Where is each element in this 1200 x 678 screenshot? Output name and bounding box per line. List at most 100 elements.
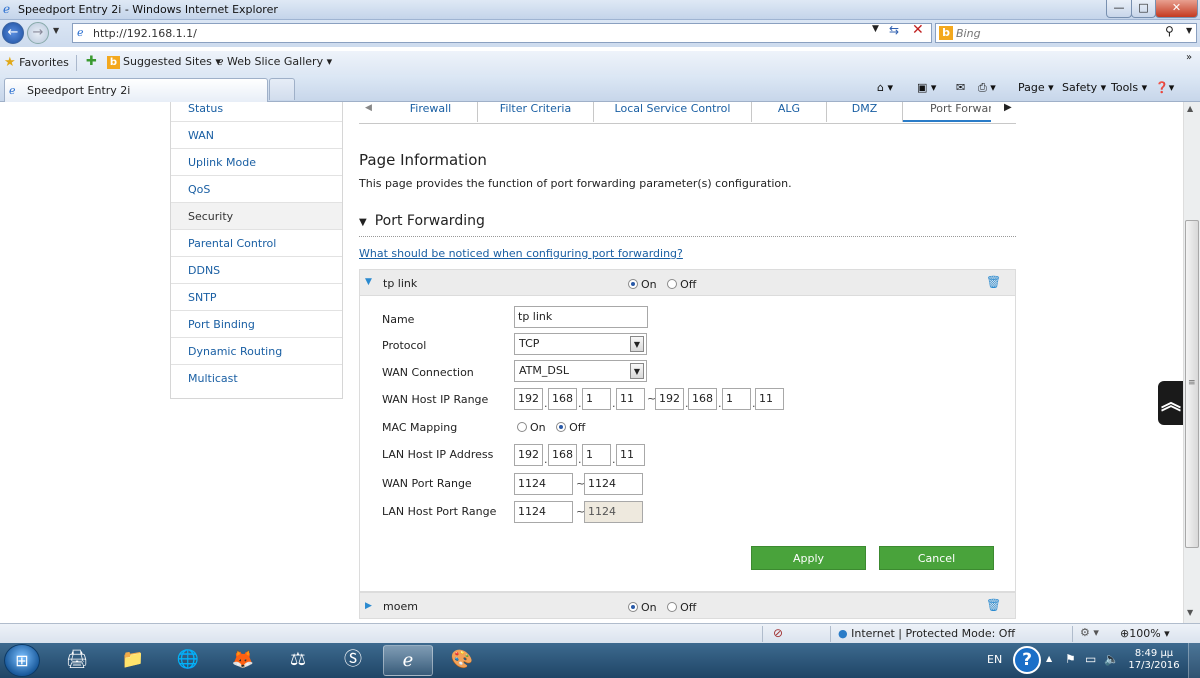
page-menu[interactable]: Page ▾ <box>1018 81 1054 94</box>
sidebar-item-sntp[interactable]: SNTP <box>171 284 342 311</box>
tab-alg[interactable]: ALG <box>752 102 827 122</box>
action-center-icon[interactable]: ⚑ <box>1065 652 1076 666</box>
internet-explorer-icon[interactable]: ℯ <box>383 645 433 676</box>
vertical-scrollbar[interactable]: ▲ ≡ ▼ <box>1183 102 1200 623</box>
scanner-app-icon[interactable]: 🖨 <box>52 645 102 676</box>
sidebar-item-uplink-mode[interactable]: Uplink Mode <box>171 149 342 176</box>
show-hidden-icons-icon[interactable]: ▲ <box>1046 654 1052 663</box>
protocol-select[interactable]: TCP ▼ <box>514 333 647 355</box>
tab-speedport[interactable]: ℯ Speedport Entry 2i <box>4 78 268 102</box>
paint-app-icon[interactable]: 🎨 <box>437 645 487 676</box>
file-explorer-icon[interactable]: 📁 <box>108 645 158 676</box>
home-icon[interactable]: ⌂ ▾ <box>877 81 893 94</box>
maximize-button[interactable]: □ <box>1131 0 1156 18</box>
wan-connection-select[interactable]: ATM_DSL ▼ <box>514 360 647 382</box>
scroll-down-arrow-icon[interactable]: ▼ <box>1187 608 1193 617</box>
delete-icon[interactable]: 🗑 <box>986 598 1001 612</box>
clock[interactable]: 8:49 μμ 17/3/2016 <box>1124 648 1184 672</box>
sidebar-item-parental-control[interactable]: Parental Control <box>171 230 342 257</box>
compatibility-view-icon[interactable]: ⇆ <box>889 23 899 37</box>
scroll-right-icon[interactable]: ▶ <box>1004 102 1012 113</box>
address-url[interactable]: http://192.168.1.1/ <box>93 27 197 40</box>
back-to-top-button[interactable]: ︽ <box>1158 381 1184 425</box>
tab-dmz[interactable]: DMZ <box>827 102 903 122</box>
lan-ip-octet-2[interactable]: 168 <box>548 444 577 466</box>
rule-header[interactable]: ▼ tp link On Off 🗑 <box>359 269 1016 296</box>
sidebar-item-status[interactable]: Status <box>171 102 342 122</box>
sidebar-item-security[interactable]: Security <box>171 203 342 230</box>
tab-filter-criteria[interactable]: Filter Criteria <box>478 102 594 122</box>
rule-enable-toggle[interactable]: On Off <box>628 278 696 291</box>
mac-mapping-toggle[interactable]: On Off <box>517 421 585 434</box>
new-tab-button[interactable] <box>269 78 295 100</box>
expand-triangle-icon[interactable]: ▶ <box>365 601 372 611</box>
zoom-level[interactable]: ⊕100% ▾ <box>1120 627 1170 640</box>
sidebar-item-qos[interactable]: QoS <box>171 176 342 203</box>
rule-header[interactable]: ▶ moem On Off 🗑 <box>359 592 1016 619</box>
radio-off[interactable] <box>667 279 678 289</box>
tab-firewall[interactable]: Firewall <box>384 102 478 122</box>
show-desktop-button[interactable] <box>1188 643 1200 678</box>
forward-button[interactable]: → <box>27 22 49 44</box>
section-title[interactable]: ▼ Port Forwarding <box>359 213 485 229</box>
wan-ip-end-octet-1[interactable]: 192 <box>655 388 684 410</box>
minimize-button[interactable]: — <box>1106 0 1132 18</box>
lan-ip-octet-4[interactable]: 11 <box>616 444 645 466</box>
lan-ip-octet-1[interactable]: 192 <box>514 444 543 466</box>
radio-on[interactable] <box>628 602 638 612</box>
start-button[interactable]: ⊞ <box>4 644 40 677</box>
sidebar-item-ddns[interactable]: DDNS <box>171 257 342 284</box>
wan-ip-end-octet-4[interactable]: 11 <box>755 388 784 410</box>
sidebar-item-multicast[interactable]: Multicast <box>171 365 342 392</box>
rule-enable-toggle[interactable]: On Off <box>628 601 696 614</box>
close-button[interactable]: ✕ <box>1155 0 1198 18</box>
skype-icon[interactable]: Ⓢ <box>328 645 378 676</box>
language-indicator[interactable]: EN <box>987 653 1002 666</box>
firefox-icon[interactable]: 🦊 <box>218 645 268 676</box>
delete-icon[interactable]: 🗑 <box>986 275 1001 289</box>
tab-port-forwarding[interactable]: Port Forwarc <box>903 102 991 122</box>
sidebar-item-port-binding[interactable]: Port Binding <box>171 311 342 338</box>
radio-on[interactable] <box>517 422 527 432</box>
protected-mode-tools-icon[interactable]: ⚙ ▾ <box>1080 626 1099 639</box>
wan-ip-end-octet-3[interactable]: 1 <box>722 388 751 410</box>
cancel-button[interactable]: Cancel <box>879 546 994 570</box>
wan-port-start-input[interactable]: 1124 <box>514 473 573 495</box>
expand-triangle-icon[interactable]: ▼ <box>365 277 372 287</box>
radio-off[interactable] <box>556 422 567 432</box>
add-to-favorites-icon[interactable]: ✚ <box>86 54 97 69</box>
favorites-button[interactable]: ★ Favorites <box>4 55 69 70</box>
stop-icon[interactable]: ✕ <box>912 22 924 38</box>
search-icon[interactable]: ⚲ <box>1165 24 1174 38</box>
search-input[interactable] <box>956 25 1156 41</box>
safety-menu[interactable]: Safety ▾ <box>1062 81 1106 94</box>
chevron-more-icon[interactable]: » <box>1186 52 1192 63</box>
legal-app-icon[interactable]: ⚖ <box>273 645 323 676</box>
network-icon[interactable]: ▭ <box>1085 652 1096 666</box>
wan-ip-start-octet-2[interactable]: 168 <box>548 388 577 410</box>
help-link[interactable]: What should be noticed when configuring … <box>359 247 683 260</box>
wan-port-end-input[interactable]: 1124 <box>584 473 643 495</box>
network-app-icon[interactable]: 🌐 <box>163 645 213 676</box>
web-slice-gallery-link[interactable]: ℯ Web Slice Gallery ▾ <box>217 55 332 68</box>
address-dropdown-icon[interactable]: ▼ <box>872 24 879 34</box>
address-bar[interactable]: ℯ http://192.168.1.1/ <box>72 23 932 43</box>
help-icon[interactable]: ❓▾ <box>1155 81 1174 94</box>
wan-ip-start-octet-4[interactable]: 11 <box>616 388 645 410</box>
wan-ip-start-octet-3[interactable]: 1 <box>582 388 611 410</box>
sidebar-item-wan[interactable]: WAN <box>171 122 342 149</box>
recent-pages-dropdown-icon[interactable]: ▼ <box>53 26 59 35</box>
apply-button[interactable]: Apply <box>751 546 866 570</box>
suggested-sites-link[interactable]: b Suggested Sites ▾ <box>107 55 221 69</box>
lan-ip-octet-3[interactable]: 1 <box>582 444 611 466</box>
wan-ip-end-octet-2[interactable]: 168 <box>688 388 717 410</box>
back-button[interactable]: ← <box>2 22 24 44</box>
feeds-icon[interactable]: ▣ ▾ <box>917 81 936 94</box>
security-zone[interactable]: ● Internet | Protected Mode: Off <box>838 627 1015 640</box>
radio-off[interactable] <box>667 602 678 612</box>
lan-port-start-input[interactable]: 1124 <box>514 501 573 523</box>
scroll-left-icon[interactable]: ◀ <box>365 103 372 113</box>
name-input[interactable]: tp link <box>514 306 648 328</box>
radio-on[interactable] <box>628 279 638 289</box>
print-icon[interactable]: ⎙ ▾ <box>978 81 996 95</box>
